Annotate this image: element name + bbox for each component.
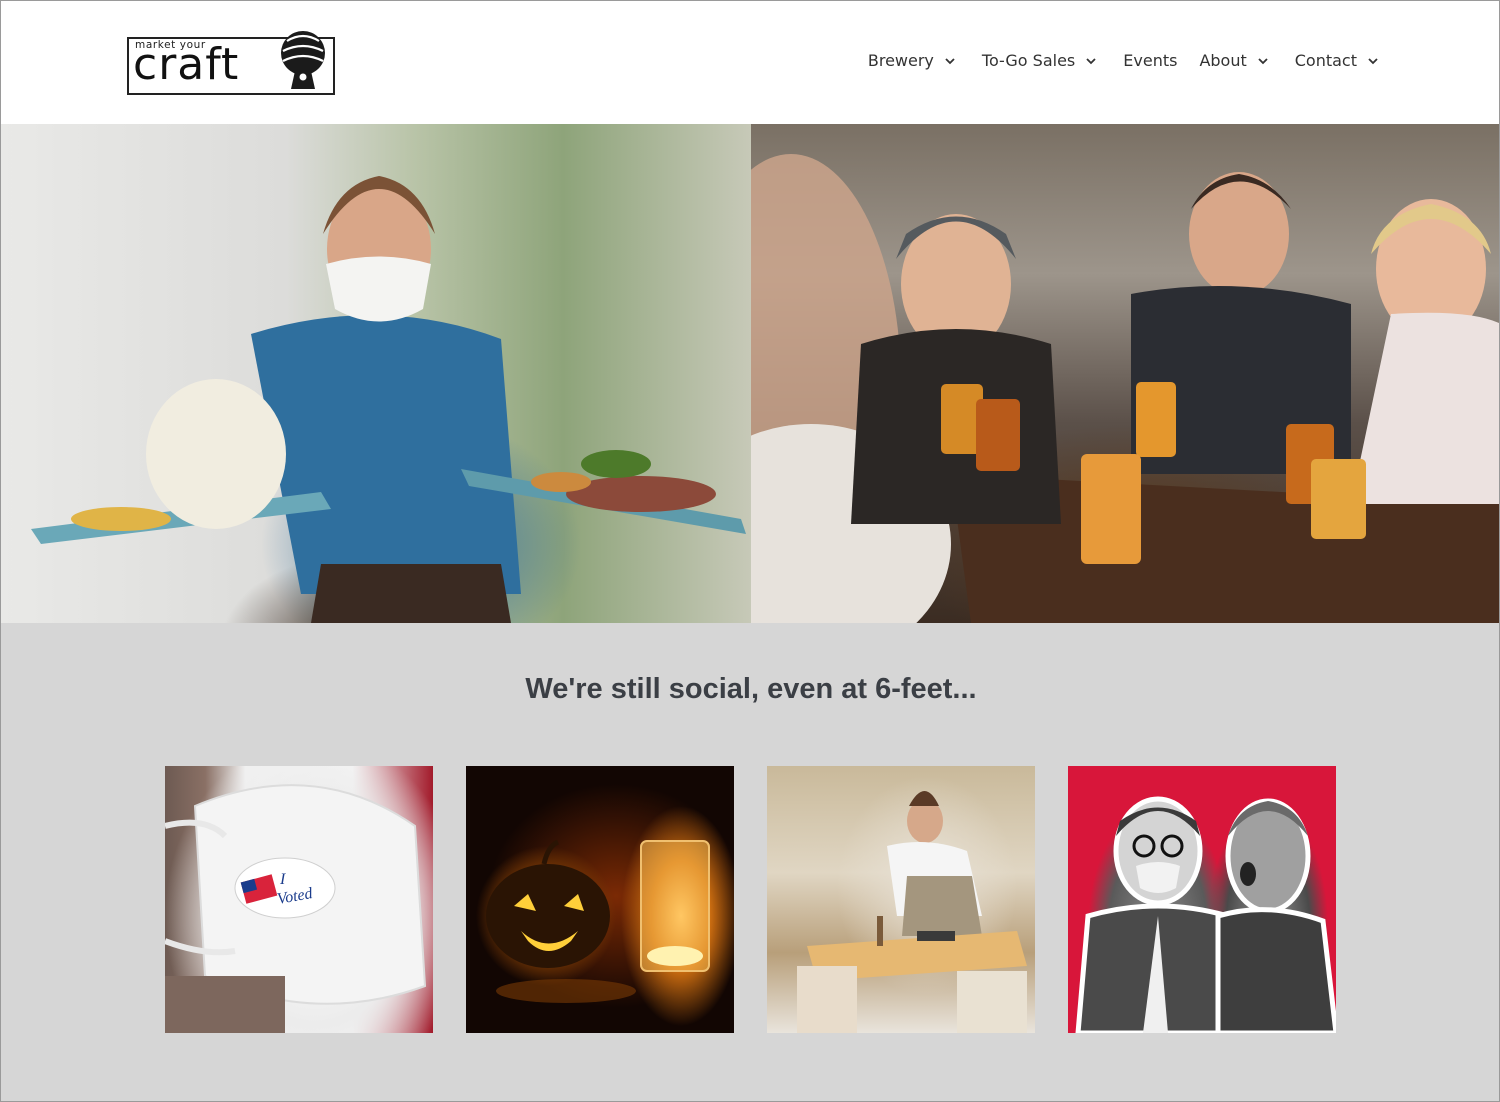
voted-mask-photo[interactable]: I Voted bbox=[165, 766, 433, 1033]
chevron-down-icon bbox=[1086, 57, 1096, 64]
nav-to-go-sales-label: To-Go Sales bbox=[981, 51, 1076, 70]
friends-drinking-beer-photo bbox=[671, 124, 1499, 664]
nav-brewery-label: Brewery bbox=[867, 51, 934, 70]
site-logo[interactable]: market your craft bbox=[127, 27, 337, 97]
friends-illustration bbox=[671, 154, 1499, 664]
logo-big-text: craft bbox=[133, 39, 240, 90]
main-nav: Brewery To-Go Sales Events About Contact bbox=[842, 51, 1379, 70]
sticker-line1: I bbox=[279, 871, 286, 888]
voted-sticker-illustration: I Voted bbox=[165, 784, 427, 1033]
masked-friends-photo[interactable] bbox=[1068, 766, 1336, 1033]
photo-gallery: I Voted bbox=[165, 766, 1336, 1033]
server-illustration bbox=[797, 791, 1027, 1033]
waitress-serving-food-photo bbox=[1, 124, 751, 623]
keg-icon bbox=[281, 31, 325, 89]
chevron-down-icon bbox=[945, 57, 955, 64]
section-title: We're still social, even at 6-feet... bbox=[525, 673, 977, 705]
pumpkin-illustration bbox=[486, 839, 710, 1003]
halloween-pumpkin-beer-photo[interactable] bbox=[466, 766, 734, 1033]
chevron-down-icon bbox=[1258, 57, 1268, 64]
nav-events[interactable]: Events bbox=[1123, 51, 1177, 70]
nav-events-label: Events bbox=[1123, 51, 1178, 70]
nav-about-label: About bbox=[1199, 51, 1247, 70]
waitress-illustration bbox=[31, 176, 746, 623]
server-cleaning-table-photo[interactable] bbox=[767, 766, 1035, 1033]
page: market your craft Brewery To-Go Sales Ev… bbox=[0, 0, 1500, 1102]
nav-contact[interactable]: Contact bbox=[1295, 51, 1379, 70]
nav-contact-label: Contact bbox=[1294, 51, 1357, 70]
nav-brewery[interactable]: Brewery bbox=[868, 51, 956, 70]
nav-to-go-sales[interactable]: To-Go Sales bbox=[982, 51, 1097, 70]
friends-masked-illustration bbox=[1075, 796, 1336, 1033]
hero-banner bbox=[1, 124, 1499, 664]
site-header: market your craft Brewery To-Go Sales Ev… bbox=[1, 1, 1499, 124]
chevron-down-icon bbox=[1368, 57, 1378, 64]
nav-about[interactable]: About bbox=[1199, 51, 1268, 70]
